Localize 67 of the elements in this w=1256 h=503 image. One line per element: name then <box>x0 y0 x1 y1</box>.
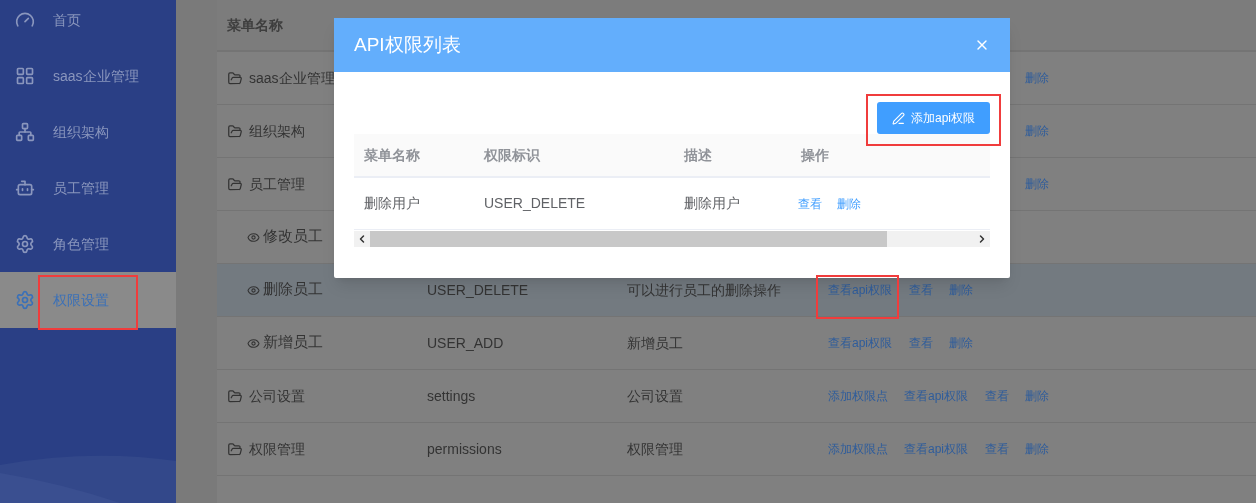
pencil-icon <box>892 111 905 125</box>
table-cell-text: 权限管理 <box>249 439 305 459</box>
action-link[interactable]: 删除 <box>1025 440 1049 458</box>
action-link[interactable]: 删除 <box>949 281 973 299</box>
action-link[interactable]: 查看api权限 <box>904 387 968 405</box>
column-header: 菜单名称 <box>227 15 283 35</box>
menu-icon <box>15 10 35 30</box>
sidebar-item[interactable]: saas企业管理 <box>0 48 176 104</box>
table-cell: 公司设置 <box>627 387 683 404</box>
action-link[interactable]: 查看 <box>798 194 822 213</box>
action-link[interactable]: 添加权限点 <box>828 440 888 458</box>
column-header: 操作 <box>800 145 830 165</box>
folder-icon <box>227 123 243 139</box>
action-link[interactable]: 查看 <box>985 387 1009 405</box>
action-link[interactable]: 查看api权限 <box>828 334 892 352</box>
table-cell: USER_DELETE <box>427 281 529 298</box>
sidebar-item[interactable]: 角色管理 <box>0 216 176 272</box>
table-cell: permissions <box>427 440 502 457</box>
folder-icon <box>227 388 243 404</box>
action-link[interactable]: 删除 <box>1025 122 1049 140</box>
table-cell-text: 删除员工 <box>263 280 323 300</box>
eye-icon <box>247 230 260 244</box>
action-link[interactable]: 删除 <box>837 194 861 213</box>
column-header: 描述 <box>683 145 713 165</box>
action-link[interactable]: 查看 <box>909 281 933 299</box>
action-link[interactable]: 删除 <box>1025 69 1049 87</box>
sidebar-item[interactable]: 组织架构 <box>0 104 176 160</box>
menu-icon <box>15 290 35 310</box>
table-cell: 权限管理 <box>627 440 683 457</box>
folder-icon <box>227 70 243 86</box>
table-cell: USER_ADD <box>427 334 504 351</box>
table-cell-text: 公司设置 <box>249 386 305 406</box>
eye-icon <box>247 336 260 350</box>
table-cell-text: USER_DELETE <box>483 194 587 213</box>
table-cell-text: 删除用户 <box>683 194 741 213</box>
sidebar-item[interactable]: 首页 <box>0 0 176 48</box>
dialog-title: API权限列表 <box>354 32 461 57</box>
add-api-button[interactable]: 添加api权限 <box>877 102 990 134</box>
action-link[interactable]: 添加权限点 <box>828 387 888 405</box>
sidebar-item[interactable]: 员工管理 <box>0 160 176 216</box>
column-header: 权限标识 <box>483 145 541 165</box>
folder-icon <box>227 176 243 192</box>
table-cell-text: 新增员工 <box>263 333 323 353</box>
menu-icon <box>15 178 35 198</box>
action-link[interactable]: 查看api权限 <box>828 281 892 299</box>
action-link[interactable]: 删除 <box>949 334 973 352</box>
action-link[interactable]: 查看api权限 <box>904 440 968 458</box>
table-cell-text: saas企业管理 <box>249 68 335 88</box>
table-cell: 可以进行员工的删除操作 <box>627 281 781 298</box>
menu-icon <box>15 122 35 142</box>
table-cell: settings <box>427 387 476 404</box>
scrollbar[interactable] <box>354 231 990 247</box>
table-cell-text: 员工管理 <box>249 174 305 194</box>
table-cell: 新增员工 <box>627 334 683 351</box>
table-cell-text: 组织架构 <box>249 121 305 141</box>
menu-icon <box>15 66 35 86</box>
action-link[interactable]: 查看 <box>909 334 933 352</box>
column-header: 菜单名称 <box>363 145 421 165</box>
menu-icon <box>15 234 35 254</box>
folder-icon <box>227 441 243 457</box>
action-link[interactable]: 删除 <box>1025 175 1049 193</box>
table-cell-text: 修改员工 <box>263 227 323 247</box>
table-cell-text: 删除用户 <box>363 194 421 213</box>
action-link[interactable]: 删除 <box>1025 387 1049 405</box>
action-link[interactable]: 查看 <box>985 440 1009 458</box>
sidebar-item[interactable]: 权限设置 <box>0 272 176 328</box>
eye-icon <box>247 283 260 297</box>
